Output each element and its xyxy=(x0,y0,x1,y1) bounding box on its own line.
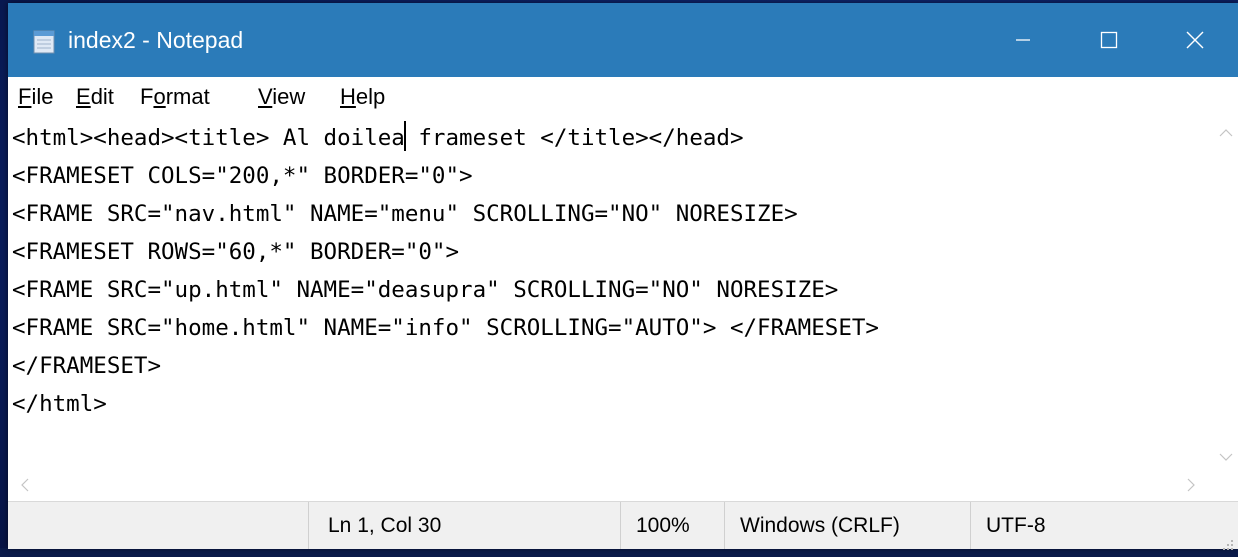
menu-format[interactable]: Format xyxy=(138,83,212,111)
minimize-icon xyxy=(1015,32,1031,48)
status-encoding: UTF-8 xyxy=(986,514,1046,537)
menu-format-label: rmat xyxy=(165,84,210,109)
menu-view-label: iew xyxy=(272,84,306,109)
menu-help-accel: H xyxy=(340,84,356,109)
scroll-up-icon[interactable] xyxy=(1219,123,1233,142)
menu-help-label: elp xyxy=(355,84,386,109)
notepad-window: index2 - Notepad File Edit Format View H… xyxy=(8,3,1238,550)
menu-bar: File Edit Format View Help xyxy=(8,77,1238,117)
code-line-1-before-caret: <html><head><title> Al doilea xyxy=(12,125,405,151)
code-line-5: <FRAME SRC="up.html" NAME="deasupra" SCR… xyxy=(12,277,839,303)
status-divider xyxy=(724,502,725,549)
maximize-button[interactable] xyxy=(1066,3,1152,77)
menu-edit[interactable]: Edit xyxy=(74,83,116,111)
code-line-2: <FRAMESET COLS="200,*" BORDER="0"> xyxy=(12,163,473,189)
menu-edit-label: dit xyxy=(90,84,114,109)
menu-file[interactable]: File xyxy=(16,83,55,111)
status-line-ending: Windows (CRLF) xyxy=(740,514,900,537)
notepad-icon xyxy=(33,28,55,54)
menu-format-pre: F xyxy=(140,84,154,109)
code-line-1: <html><head><title> Al doilea frameset <… xyxy=(12,119,744,157)
code-line-4: <FRAMESET ROWS="60,*" BORDER="0"> xyxy=(12,239,460,265)
menu-file-label: ile xyxy=(31,84,54,109)
code-line-1-after-caret: frameset </title></head> xyxy=(404,125,744,151)
scroll-down-icon[interactable] xyxy=(1219,447,1233,466)
scroll-right-icon[interactable] xyxy=(1186,477,1196,496)
menu-view[interactable]: View xyxy=(256,83,307,111)
menu-file-accel: F xyxy=(18,84,32,109)
status-divider xyxy=(308,502,309,549)
code-line-3: <FRAME SRC="nav.html" NAME="menu" SCROLL… xyxy=(12,201,798,227)
menu-help[interactable]: Help xyxy=(338,83,387,111)
horizontal-scrollbar[interactable] xyxy=(8,467,1238,501)
close-button[interactable] xyxy=(1152,3,1238,77)
vertical-scrollbar[interactable] xyxy=(1213,117,1238,467)
resize-grip-icon[interactable] xyxy=(1222,533,1234,550)
menu-format-accel: o xyxy=(153,84,166,109)
menu-edit-accel: E xyxy=(76,84,91,109)
status-zoom: 100% xyxy=(636,514,690,537)
code-line-7: </FRAMESET> xyxy=(12,353,162,379)
code-line-8: </html> xyxy=(12,391,107,417)
status-divider xyxy=(620,502,621,549)
code-line-6: <FRAME SRC="home.html" NAME="info" SCROL… xyxy=(12,315,879,341)
status-bar: Ln 1, Col 30 100% Windows (CRLF) UTF-8 xyxy=(8,501,1238,550)
scroll-left-icon[interactable] xyxy=(20,477,30,496)
title-bar[interactable]: index2 - Notepad xyxy=(8,3,1238,77)
minimize-button[interactable] xyxy=(980,3,1066,77)
text-editor[interactable]: <html><head><title> Al doilea frameset <… xyxy=(8,117,1213,467)
menu-view-accel: V xyxy=(258,84,273,109)
close-icon xyxy=(1186,31,1204,49)
window-title: index2 - Notepad xyxy=(68,27,244,53)
status-divider xyxy=(970,502,971,549)
status-position: Ln 1, Col 30 xyxy=(328,514,442,537)
maximize-icon xyxy=(1100,31,1118,49)
